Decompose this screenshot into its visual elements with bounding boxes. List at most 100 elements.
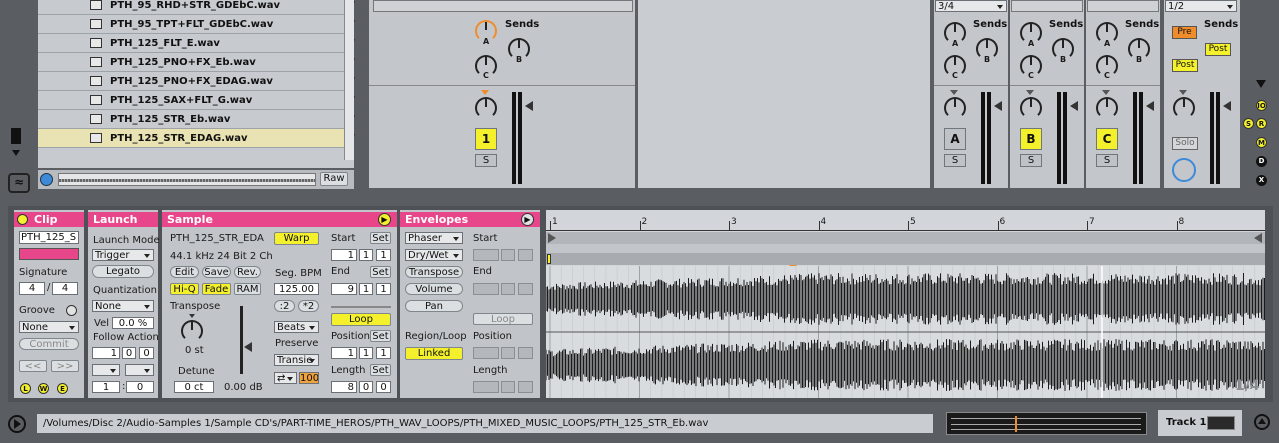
pan-knob[interactable] (475, 97, 497, 119)
return-input-select[interactable]: 3/4 (935, 0, 1007, 12)
pre-button[interactable]: Pre (1172, 26, 1197, 39)
return-pan-knob[interactable] (1096, 97, 1118, 119)
env-empty-field[interactable] (473, 249, 499, 261)
env-empty-field[interactable] (518, 347, 533, 359)
clip-color-select[interactable] (19, 248, 79, 260)
right-strip-arrow-icon[interactable] (1256, 80, 1266, 88)
return-activator-button[interactable]: C (1096, 128, 1118, 150)
return-pan-knob[interactable] (944, 97, 966, 119)
file-row[interactable]: PTH_125_FLT_E.wavW (38, 34, 355, 53)
env-empty-field[interactable] (501, 347, 515, 359)
return-top-slot[interactable] (1087, 0, 1159, 12)
loop-button[interactable]: Loop (331, 313, 391, 326)
loop-mode-select[interactable]: ⇄ (274, 372, 297, 384)
sends-toggle-icon[interactable]: S (1243, 118, 1254, 129)
follow-action-b-select[interactable] (125, 364, 154, 376)
start-field[interactable]: 1 (376, 249, 391, 261)
gain-arrow-icon[interactable] (244, 342, 252, 352)
live-logo-icon[interactable]: ≈ (8, 173, 30, 193)
crossfader-toggle-icon[interactable]: X (1256, 175, 1267, 186)
groove-hotswap-icon[interactable] (66, 305, 77, 316)
grain-envelope-field[interactable]: 100 (299, 372, 319, 384)
file-row[interactable]: PTH_125_SAX+FLT_G.wavW (38, 91, 355, 110)
cue-volume-knob[interactable] (1172, 158, 1196, 182)
io-toggle-icon[interactable]: IO (1256, 100, 1267, 111)
start-marker-bar[interactable] (546, 253, 1265, 265)
linked-button[interactable]: Linked (405, 347, 463, 360)
warp-marker-bar[interactable] (546, 244, 1265, 253)
groove-select[interactable]: None (19, 321, 79, 333)
legato-button[interactable]: Legato (92, 265, 154, 278)
end-set-button[interactable]: Set (370, 266, 391, 278)
return-top-slot[interactable] (1011, 0, 1083, 12)
return-solo-button[interactable]: S (1096, 154, 1118, 167)
follow-action-a-select[interactable] (92, 364, 120, 376)
length-field[interactable]: 8 (331, 381, 357, 393)
length-field[interactable]: 0 (376, 381, 391, 393)
browser-toggle-icon[interactable] (11, 128, 21, 144)
position-set-button[interactable]: Set (370, 330, 391, 342)
edit-button[interactable]: Edit (170, 266, 199, 278)
volume-arrow-icon[interactable] (525, 101, 533, 111)
transpose-envelope-button[interactable]: Transpose (405, 266, 463, 278)
file-row[interactable]: PTH_125_PNO+FX_Eb.wavW (38, 53, 355, 72)
sig-denominator-field[interactable]: 4 (52, 282, 78, 295)
position-field[interactable]: 1 (331, 347, 357, 359)
env-loop-button[interactable]: Loop (473, 313, 533, 325)
env-empty-field[interactable] (518, 381, 533, 393)
sample-box-toggle-icon[interactable]: W (38, 383, 49, 394)
commit-button[interactable]: Commit (19, 338, 79, 350)
transpose-knob[interactable] (181, 320, 203, 342)
env-empty-field[interactable] (518, 249, 533, 261)
fade-button[interactable]: Fade (202, 283, 231, 295)
return-solo-button[interactable]: S (944, 154, 966, 167)
track1-clip-slot[interactable] (373, 0, 633, 12)
end-field[interactable]: 1 (359, 283, 373, 295)
mixer-toggle-icon[interactable]: M (1256, 137, 1267, 148)
env-empty-field[interactable] (473, 347, 499, 359)
env-empty-field[interactable] (518, 283, 533, 295)
return-volume-arrow-icon[interactable] (1070, 101, 1078, 111)
follow-chance-a[interactable]: 1 (92, 381, 120, 393)
loop-end-marker-icon[interactable] (1254, 233, 1262, 243)
warp-button[interactable]: Warp (274, 232, 319, 245)
return-volume-arrow-icon[interactable] (1146, 101, 1154, 111)
waveform[interactable] (546, 266, 1265, 398)
position-field[interactable]: 1 (359, 347, 373, 359)
returns-toggle-icon[interactable]: R (1256, 118, 1267, 129)
delay-toggle-icon[interactable]: D (1256, 156, 1267, 167)
pan-envelope-button[interactable]: Pan (405, 300, 463, 312)
position-field[interactable]: 1 (376, 347, 391, 359)
track-activator-button[interactable]: 1 (475, 128, 497, 150)
velocity-field[interactable]: 0.0 % (112, 317, 154, 329)
ram-button[interactable]: RAM (234, 283, 261, 295)
end-field[interactable]: 1 (376, 283, 391, 295)
clip-activator-icon[interactable] (17, 214, 28, 225)
envelope-param-select[interactable]: Dry/Wet (405, 249, 463, 261)
file-row[interactable]: PTH_95_RHD+STR_GDEbC.wavW (38, 0, 355, 15)
raw-button[interactable]: Raw (320, 172, 348, 186)
start-field[interactable]: 1 (331, 249, 357, 261)
collapse-arrow-icon[interactable] (12, 150, 20, 156)
length-field[interactable]: 0 (359, 381, 373, 393)
return-solo-button[interactable]: S (1020, 154, 1042, 167)
env-empty-field[interactable] (501, 381, 515, 393)
file-row[interactable]: PTH_95_TPT+FLT_GDEbC.wavW (38, 15, 355, 34)
follow-time-beats[interactable]: 0 (122, 347, 136, 359)
env-empty-field[interactable] (501, 249, 515, 261)
volume-envelope-button[interactable]: Volume (405, 283, 463, 295)
hiq-button[interactable]: Hi-Q (170, 283, 199, 295)
return-pan-knob[interactable] (1020, 97, 1042, 119)
start-marker-icon[interactable] (547, 254, 551, 264)
warp-mode-select[interactable]: Beats (274, 321, 319, 333)
file-row[interactable]: PTH_125_STR_Eb.wavW (38, 110, 355, 129)
launch-box-toggle-icon[interactable]: L (20, 383, 31, 394)
preview-button[interactable] (40, 173, 53, 186)
quantization-select[interactable]: None (92, 300, 154, 312)
track-solo-button[interactable]: S (475, 154, 497, 167)
start-field[interactable]: 1 (359, 249, 373, 261)
reverse-button[interactable]: Rev. (234, 266, 261, 278)
nudge-forward-button[interactable]: >> (51, 360, 79, 372)
master-volume-arrow-icon[interactable] (1223, 101, 1231, 111)
save-button[interactable]: Save (202, 266, 231, 278)
